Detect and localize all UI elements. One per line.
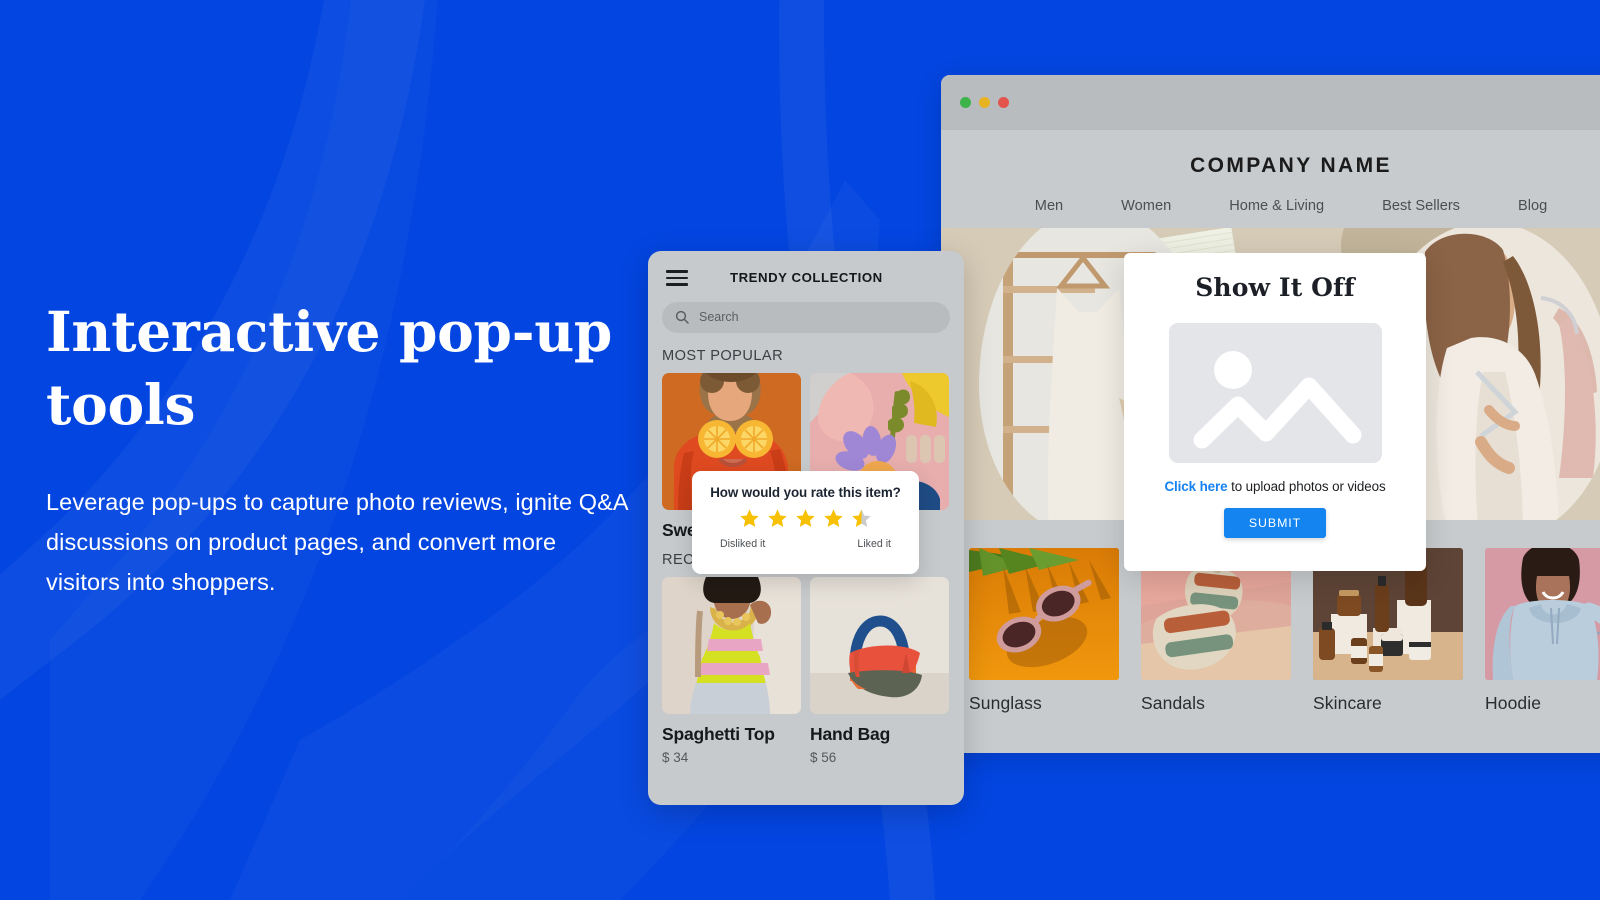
image-placeholder-icon [1169,323,1382,463]
site-nav: Men Women Home & Living Best Sellers Blo… [941,178,1600,228]
rating-popup: How would you rate this item? Disliked i… [692,471,919,574]
mobile-app-header: TRENDY COLLECTION [648,251,964,286]
submit-button[interactable]: SUBMIT [1224,508,1326,538]
product-card-skincare[interactable]: Skincare [1313,548,1463,714]
nav-item-blog[interactable]: Blog [1518,198,1547,214]
rating-question: How would you rate this item? [710,485,901,500]
list-item[interactable]: Hand Bag $ 56 [810,576,949,765]
search-input[interactable]: Search [662,301,950,333]
list-item[interactable]: Spaghetti Top $ 34 [662,576,801,765]
show-it-off-modal: Show It Off Click here to upload photos … [1124,253,1426,571]
recently-purchased-grid: Spaghetti Top $ 34 Hand Bag $ 56 [648,576,964,765]
nav-item-women[interactable]: Women [1121,198,1171,214]
window-minimize-dot[interactable] [960,97,971,108]
hamburger-icon[interactable] [666,270,688,286]
upload-hint-text: to upload photos or videos [1227,479,1386,494]
search-icon [675,310,689,325]
product-label-skincare: Skincare [1313,693,1382,713]
star-icon-2[interactable] [767,508,788,529]
star-icon-4[interactable] [823,508,844,529]
browser-title-bar [941,75,1600,130]
site-brand: COMPANY NAME [1190,154,1392,177]
mobile-app-title: TRENDY COLLECTION [730,270,883,286]
nav-item-best-sellers[interactable]: Best Sellers [1382,198,1460,214]
hero-subtitle: Leverage pop-ups to capture photo review… [46,489,628,596]
window-maximize-dot[interactable] [979,97,990,108]
product-card-sunglass[interactable]: Sunglass [969,548,1119,714]
section-title-most-popular: MOST POPULAR [662,347,784,364]
product-label-sunglass: Sunglass [969,693,1042,713]
upload-hint: Click here to upload photos or videos [1124,479,1426,494]
window-close-dot[interactable] [998,97,1009,108]
product-image-sunglass [969,548,1119,680]
product-label-hoodie: Hoodie [1485,693,1542,713]
hero-copy: Interactive pop-up tools Leverage pop-up… [46,296,636,603]
star-icon-1[interactable] [739,508,760,529]
product-price-spaghetti-top: $ 34 [662,749,689,765]
product-image-hand-bag [810,576,949,714]
product-image-spaghetti-top [662,576,801,714]
search-placeholder: Search [699,310,739,325]
nav-item-home-living[interactable]: Home & Living [1229,198,1324,214]
product-image-hoodie [1485,548,1600,680]
product-name-hand-bag: Hand Bag [810,723,891,744]
product-name-spaghetti-top: Spaghetti Top [662,723,775,744]
product-card-sandals[interactable]: Sandals [1141,548,1291,714]
rating-high-label: Liked it [857,538,891,550]
rating-low-label: Disliked it [720,538,766,550]
nav-item-men[interactable]: Men [1035,198,1063,214]
page-title: Interactive pop-up tools [46,299,613,437]
rating-stars[interactable] [692,508,919,529]
rating-legend: Disliked it Liked it [692,538,919,550]
product-card-hoodie[interactable]: Hoodie [1485,548,1600,714]
product-label-sandals: Sandals [1141,693,1205,713]
star-icon-3[interactable] [795,508,816,529]
product-price-hand-bag: $ 56 [810,749,837,765]
star-icon-5-half[interactable] [851,508,872,529]
upload-dropzone[interactable] [1168,323,1382,463]
click-here-link[interactable]: Click here [1164,479,1227,494]
modal-title: Show It Off [1195,273,1355,302]
